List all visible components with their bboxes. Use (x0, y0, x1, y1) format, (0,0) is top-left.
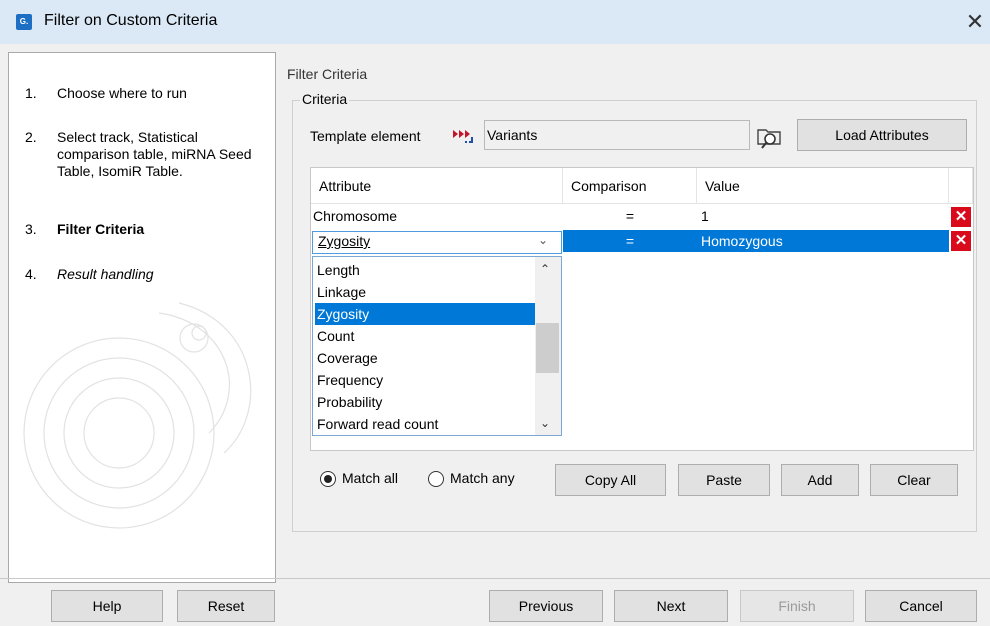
dropdown-option-count[interactable]: Count (315, 325, 535, 347)
load-attributes-button[interactable]: Load Attributes (797, 119, 967, 151)
watermark-swirl (23, 302, 252, 529)
step-2-label: Select track, Statistical comparison tab… (57, 129, 252, 179)
delete-row-icon[interactable]: ✕ (951, 207, 971, 227)
copy-all-button[interactable]: Copy All (555, 464, 666, 496)
scroll-down-icon[interactable]: ⌄ (540, 416, 550, 430)
step-1-label: Choose where to run (57, 85, 187, 101)
next-button[interactable]: Next (614, 590, 728, 622)
step-4-label: Result handling (57, 266, 154, 282)
table-row-value[interactable]: 1 (701, 205, 941, 227)
dropdown-option-coverage[interactable]: Coverage (315, 347, 535, 369)
attribute-combobox-value: Zygosity (318, 233, 371, 249)
add-button[interactable]: Add (781, 464, 859, 496)
reset-button[interactable]: Reset (177, 590, 275, 622)
column-header-attribute[interactable]: Attribute (311, 168, 563, 204)
chevron-down-icon[interactable]: ⌄ (538, 233, 548, 247)
help-button[interactable]: Help (51, 590, 163, 622)
match-all-radio[interactable] (320, 471, 336, 487)
wizard-steps-panel: 1. Choose where to run 2. Select track, … (8, 52, 276, 583)
attribute-dropdown-list: Length Linkage Zygosity Count Coverage F… (312, 256, 562, 436)
dropdown-option-zygosity[interactable]: Zygosity (315, 303, 535, 325)
dropdown-option-linkage[interactable]: Linkage (315, 281, 535, 303)
cancel-button[interactable]: Cancel (865, 590, 977, 622)
table-row-comparison[interactable]: = (563, 230, 697, 252)
previous-button[interactable]: Previous (489, 590, 603, 622)
clear-button[interactable]: Clear (870, 464, 958, 496)
close-button[interactable]: ✕ (960, 8, 990, 36)
template-element-field[interactable]: Variants (484, 120, 750, 150)
track-icon (453, 130, 473, 143)
delete-row-icon[interactable]: ✕ (951, 231, 971, 251)
match-any-radio[interactable] (428, 471, 444, 487)
criteria-group-label: Criteria (300, 91, 350, 107)
match-all-label[interactable]: Match all (342, 470, 398, 486)
dropdown-option-frequency[interactable]: Frequency (315, 369, 535, 391)
dropdown-option-forward-read-count[interactable]: Forward read count (315, 413, 535, 435)
dropdown-option-length[interactable]: Length (315, 259, 535, 281)
table-row-value[interactable]: Homozygous (697, 230, 949, 252)
browse-folder-icon[interactable] (752, 120, 786, 150)
column-header-comparison[interactable]: Comparison (563, 168, 697, 204)
window-title: Filter on Custom Criteria (44, 12, 218, 29)
dropdown-option-probability[interactable]: Probability (315, 391, 535, 413)
template-element-label: Template element (310, 128, 421, 144)
app-icon: G. (16, 14, 32, 30)
footer-separator (0, 578, 990, 579)
match-any-label[interactable]: Match any (450, 470, 515, 486)
radio-dot (324, 475, 332, 483)
finish-button[interactable]: Finish (740, 590, 854, 622)
table-row-comparison[interactable]: = (563, 205, 697, 227)
scroll-up-icon[interactable]: ⌃ (540, 262, 550, 276)
scrollbar-thumb[interactable] (536, 323, 559, 373)
table-row-attribute[interactable]: Chromosome (313, 205, 563, 227)
step-3-label: Filter Criteria (57, 221, 145, 237)
column-header-value[interactable]: Value (697, 168, 949, 204)
paste-button[interactable]: Paste (678, 464, 770, 496)
panel-heading: Filter Criteria (287, 66, 368, 82)
column-header-delete (949, 168, 973, 204)
